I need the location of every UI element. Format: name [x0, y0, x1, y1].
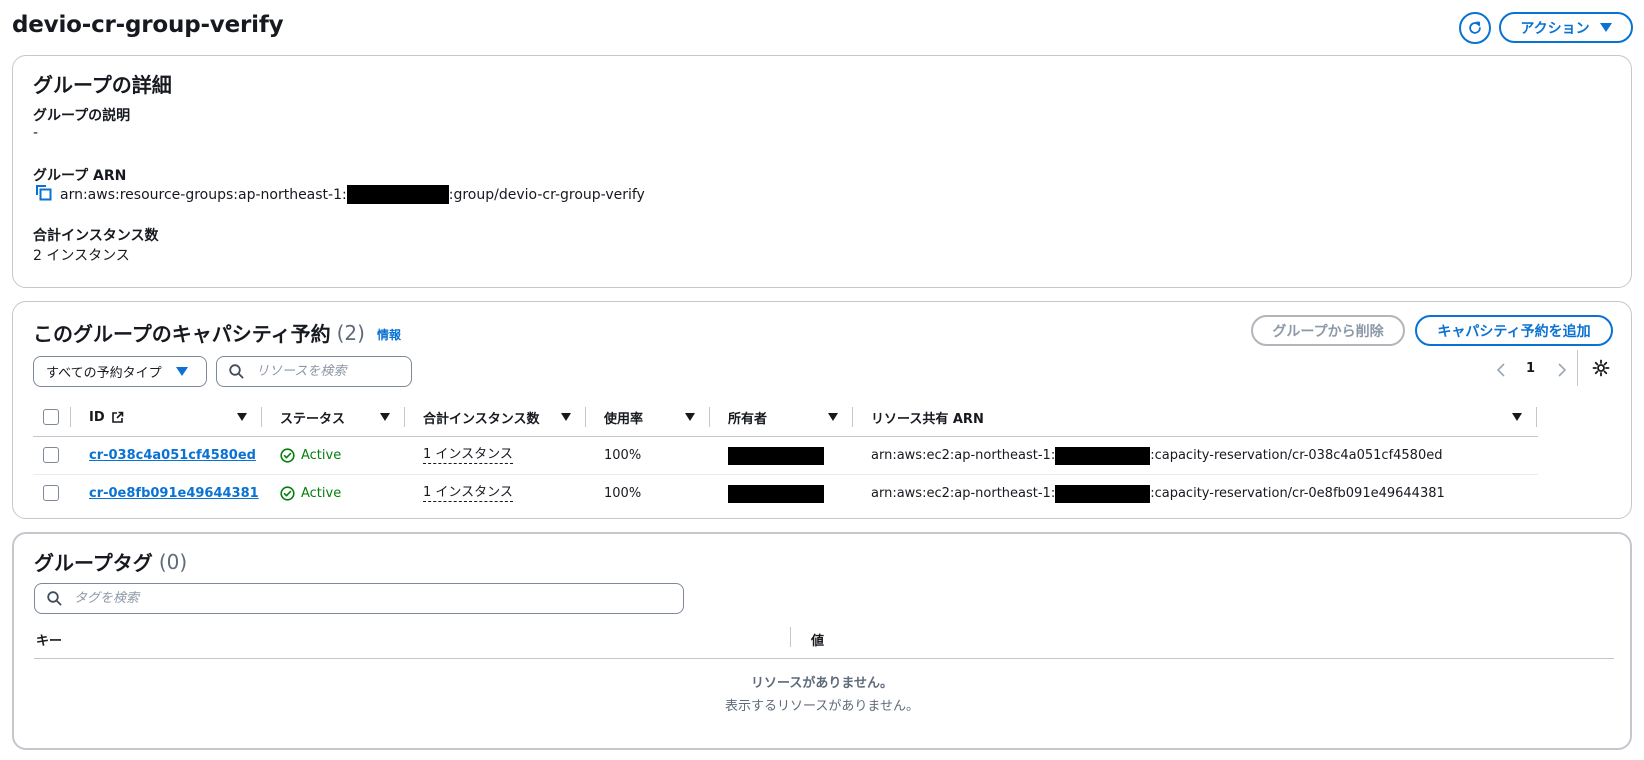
tags-count: (0)	[158, 549, 188, 574]
column-header-id[interactable]: ID	[89, 398, 124, 436]
capacity-reservations-panel: このグループのキャパシティ予約 (2) 情報 グループから削除 キャパシティ予約…	[12, 301, 1632, 519]
select-all-checkbox[interactable]	[43, 409, 59, 425]
total-instances-value: 2 インスタンス	[33, 248, 130, 264]
instance-count[interactable]: 1 インスタンス	[423, 447, 513, 464]
page-number[interactable]: 1	[1526, 361, 1535, 376]
page-title: devio-cr-group-verify	[12, 12, 284, 38]
caret-down-icon	[175, 367, 188, 376]
sort-icon[interactable]	[1512, 413, 1522, 421]
group-details-heading: グループの詳細	[33, 73, 172, 97]
success-icon	[280, 448, 295, 463]
redacted-account-id	[346, 185, 449, 204]
reservation-id-link[interactable]: cr-038c4a051cf4580ed	[89, 448, 256, 463]
column-header-instances[interactable]: 合計インスタンス数	[423, 398, 539, 436]
column-header-owner[interactable]: 所有者	[728, 398, 767, 436]
column-label-id: ID	[89, 409, 105, 425]
description-label: グループの説明	[33, 108, 131, 124]
actions-label: アクション	[1520, 19, 1590, 36]
reservation-type-select[interactable]: すべての予約タイプ	[33, 356, 207, 387]
chevron-left-icon	[1496, 363, 1505, 377]
actions-dropdown-button[interactable]: アクション	[1499, 12, 1633, 43]
redacted-account-id	[1055, 446, 1151, 465]
status-badge: Active	[280, 437, 341, 474]
row-checkbox[interactable]	[43, 447, 59, 463]
group-details-panel: グループの詳細 グループの説明 - グループ ARN arn:aws:resou…	[12, 55, 1632, 288]
arn-prefix: arn:aws:resource-groups:ap-northeast-1:	[60, 186, 347, 203]
chevron-right-icon	[1558, 363, 1567, 377]
tags-header: グループタグ (0)	[34, 547, 187, 576]
reservations-heading: このグループのキャパシティ予約	[33, 322, 331, 346]
tags-heading: グループタグ	[34, 551, 153, 575]
status-badge: Active	[280, 475, 341, 512]
column-header-share-arn[interactable]: リソース共有 ARN	[871, 398, 984, 436]
group-arn-row: arn:aws:resource-groups:ap-northeast-1: …	[35, 184, 645, 205]
table-row: cr-038c4a051cf4580ed Active 1 インスタンス 100…	[33, 437, 1543, 474]
table-header-row: ID ステータス 合計インスタンス数 使用率 所有者 リソース共有 ARN	[33, 398, 1613, 436]
redacted-owner	[728, 446, 824, 465]
tag-search-input[interactable]	[72, 590, 613, 607]
search-icon	[47, 591, 62, 606]
resource-search	[216, 356, 412, 387]
info-link[interactable]: 情報	[377, 326, 401, 343]
page-header: devio-cr-group-verify アクション	[12, 0, 1633, 55]
column-header-status[interactable]: ステータス	[280, 398, 345, 436]
success-icon	[280, 486, 295, 501]
arn-suffix: :group/devio-cr-group-verify	[448, 186, 645, 203]
sort-icon[interactable]	[685, 413, 695, 421]
column-header-utilization[interactable]: 使用率	[604, 398, 643, 436]
utilization: 100%	[604, 448, 642, 463]
share-arn-suffix: :capacity-reservation/cr-0e8fb091e496443…	[1150, 486, 1445, 501]
description-value: -	[33, 125, 39, 141]
copy-icon[interactable]	[35, 184, 52, 205]
preferences-button[interactable]	[1591, 358, 1613, 380]
prev-page-button[interactable]	[1492, 360, 1512, 380]
tag-search	[34, 583, 684, 614]
status-text: Active	[301, 448, 342, 463]
share-arn: arn:aws:ec2:ap-northeast-1: :capacity-re…	[871, 437, 1442, 474]
share-arn-prefix: arn:aws:ec2:ap-northeast-1:	[871, 448, 1056, 463]
redacted-owner	[728, 484, 824, 503]
redacted-account-id	[1055, 484, 1151, 503]
resource-search-input[interactable]	[254, 363, 409, 380]
share-arn: arn:aws:ec2:ap-northeast-1: :capacity-re…	[871, 475, 1445, 512]
reservations-header: このグループのキャパシティ予約 (2) 情報	[33, 318, 401, 347]
add-capacity-reservation-button[interactable]: キャパシティ予約を追加	[1415, 315, 1613, 346]
status-text: Active	[301, 486, 342, 501]
empty-state-subtitle: 表示するリソースがありません。	[725, 699, 919, 714]
column-header-value: 値	[811, 634, 825, 649]
utilization: 100%	[604, 486, 642, 501]
refresh-icon	[1469, 21, 1481, 34]
next-page-button[interactable]	[1551, 360, 1571, 380]
reservations-table: ID ステータス 合計インスタンス数 使用率 所有者 リソース共有 ARN cr…	[33, 398, 1613, 518]
row-checkbox[interactable]	[43, 485, 59, 501]
pagination-divider	[1577, 350, 1578, 386]
gear-icon	[1592, 359, 1610, 377]
reservation-type-value: すべての予約タイプ	[46, 366, 162, 381]
refresh-button[interactable]	[1459, 12, 1491, 44]
reservation-id-link[interactable]: cr-0e8fb091e49644381	[89, 486, 259, 501]
remove-from-group-button[interactable]: グループから削除	[1251, 315, 1405, 346]
sort-icon[interactable]	[380, 413, 390, 421]
total-instances-label: 合計インスタンス数	[33, 228, 159, 244]
table-row: cr-0e8fb091e49644381 Active 1 インスタンス 100…	[33, 475, 1543, 512]
caret-down-icon	[1599, 23, 1612, 32]
sort-icon[interactable]	[561, 413, 571, 421]
search-icon	[229, 364, 244, 379]
sort-icon[interactable]	[237, 413, 247, 421]
group-tags-panel: グループタグ (0) キー 値 リソースがありません。 表示するリソースがありま…	[12, 532, 1632, 750]
share-arn-suffix: :capacity-reservation/cr-038c4a051cf4580…	[1150, 448, 1443, 463]
sort-icon[interactable]	[828, 413, 838, 421]
column-header-key: キー	[36, 634, 63, 649]
empty-state-title: リソースがありません。	[751, 676, 893, 691]
reservations-count: (2)	[336, 320, 365, 345]
share-arn-prefix: arn:aws:ec2:ap-northeast-1:	[871, 486, 1056, 501]
arn-label: グループ ARN	[33, 168, 127, 184]
external-link-icon	[111, 411, 123, 423]
instance-count[interactable]: 1 インスタンス	[423, 485, 513, 502]
